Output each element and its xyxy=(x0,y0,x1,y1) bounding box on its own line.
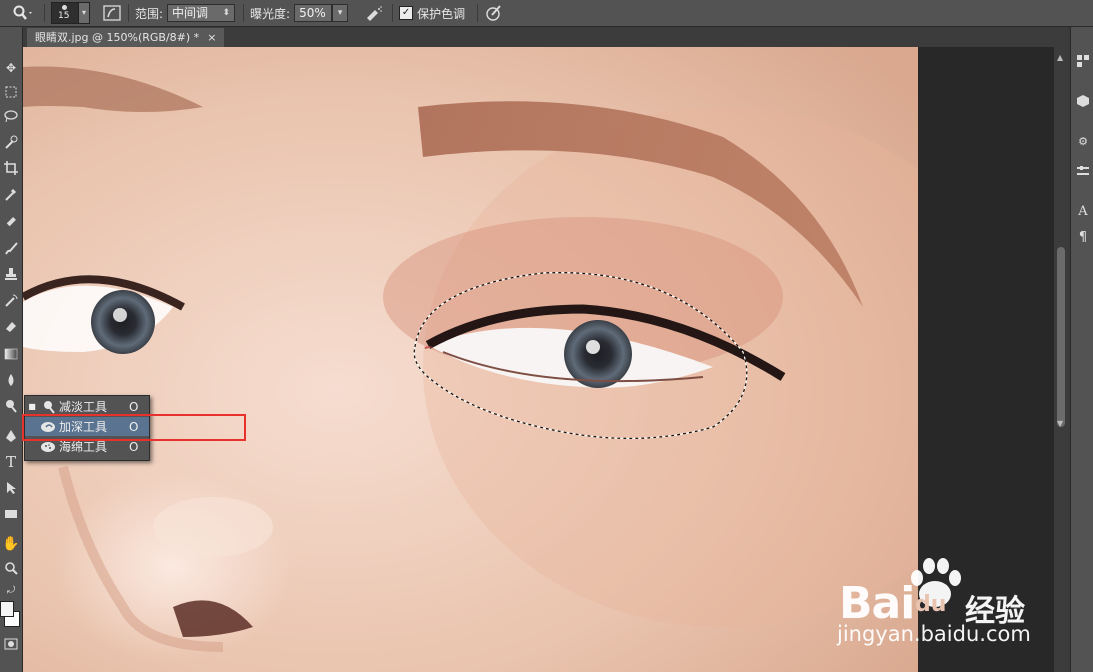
flyout-item-shortcut: O xyxy=(129,439,139,454)
toolbox: ✥ T ✋ ⤾ xyxy=(0,27,23,672)
protect-tones-label: 保护色调 xyxy=(417,6,466,21)
eraser-icon[interactable] xyxy=(0,315,22,337)
range-label: 范围: xyxy=(135,6,164,21)
watermark-brand-suffix: du xyxy=(915,592,947,617)
brush-panel-toggle-icon[interactable] xyxy=(102,5,122,21)
photo-canvas[interactable] xyxy=(23,47,918,672)
foreground-color-swatch[interactable] xyxy=(0,601,14,617)
pressure-size-icon[interactable] xyxy=(484,4,504,22)
range-select[interactable]: 中间调 ⬍ xyxy=(167,4,236,22)
options-bar: 15 ▾ 范围: 中间调 ⬍ 曝光度: 50% ▾ ✓ 保护色调 xyxy=(0,0,1093,27)
dodge-tool-icon[interactable] xyxy=(0,395,22,417)
zoom-tool-icon[interactable] xyxy=(0,557,22,579)
brush-size-value: 15 xyxy=(58,11,70,21)
exposure-input[interactable]: 50% xyxy=(294,4,333,22)
tool-preset-icon[interactable] xyxy=(8,5,38,21)
quick-selection-icon[interactable] xyxy=(0,131,22,153)
flyout-item-label: 减淡工具 xyxy=(59,400,108,414)
document-title: 眼睛双.jpg @ 150%(RGB/8#) * xyxy=(35,31,200,44)
adjustments-panel-icon[interactable]: ⚙ xyxy=(1075,133,1091,149)
separator xyxy=(243,4,245,22)
active-tool-marker: ■ xyxy=(28,402,36,411)
separator xyxy=(128,4,129,22)
paragraph-panel-icon[interactable]: ¶ xyxy=(1075,229,1091,245)
healing-brush-icon[interactable] xyxy=(0,211,22,233)
protect-tones-checkbox[interactable]: ✓ xyxy=(399,6,414,20)
swap-colors-icon[interactable]: ⤾ xyxy=(0,579,22,601)
type-tool-icon[interactable]: T xyxy=(0,451,22,473)
baidu-jingyan-watermark: Bai du 经验 jingyan.baidu.com xyxy=(837,558,1067,658)
right-panel-dock: ⚙ A ¶ xyxy=(1070,27,1093,672)
scroll-up-icon[interactable]: ▲ xyxy=(1057,53,1063,62)
airbrush-icon[interactable] xyxy=(362,5,386,21)
photoshop-window: 15 ▾ 范围: 中间调 ⬍ 曝光度: 50% ▾ ✓ 保护色调 ✥ T ✋ ⤾… xyxy=(0,0,1093,672)
brush-tool-icon[interactable] xyxy=(0,237,22,259)
flyout-item-shortcut: O xyxy=(129,399,139,414)
path-selection-icon[interactable] xyxy=(0,477,22,499)
separator xyxy=(477,4,479,22)
quick-mask-icon[interactable] xyxy=(0,633,22,655)
history-panel-icon[interactable] xyxy=(1075,53,1091,69)
lasso-tool-icon[interactable] xyxy=(0,105,22,127)
crop-tool-icon[interactable] xyxy=(0,157,22,179)
watermark-url: jingyan.baidu.com xyxy=(837,622,1031,646)
document-tab[interactable]: 眼睛双.jpg @ 150%(RGB/8#) * × xyxy=(27,28,225,47)
separator xyxy=(392,4,394,22)
scrollbar-thumb[interactable] xyxy=(1057,247,1065,427)
close-tab-icon[interactable]: × xyxy=(207,28,216,47)
clone-stamp-icon[interactable] xyxy=(0,263,22,285)
chevron-updown-icon: ⬍ xyxy=(222,8,231,18)
properties-panel-icon[interactable] xyxy=(1075,163,1091,179)
history-brush-icon[interactable] xyxy=(0,289,22,311)
sponge-icon xyxy=(39,441,59,453)
character-panel-icon[interactable]: A xyxy=(1075,203,1091,219)
pen-tool-icon[interactable] xyxy=(0,425,22,447)
separator xyxy=(44,4,45,22)
exposure-label: 曝光度: xyxy=(250,6,291,21)
scroll-down-icon[interactable]: ▼ xyxy=(1057,419,1063,428)
move-tool-icon[interactable]: ✥ xyxy=(0,57,22,79)
eyedropper-icon[interactable] xyxy=(0,183,22,205)
brush-size-picker[interactable]: 15 ▾ xyxy=(51,2,90,24)
range-value: 中间调 xyxy=(172,6,209,20)
hand-tool-icon[interactable]: ✋ xyxy=(0,533,22,555)
face-photo xyxy=(23,47,918,672)
document-tab-bar: 眼睛双.jpg @ 150%(RGB/8#) * × xyxy=(23,27,1068,47)
marquee-tool-icon[interactable] xyxy=(0,81,22,103)
3d-panel-icon[interactable] xyxy=(1075,93,1091,109)
gradient-icon[interactable] xyxy=(0,343,22,365)
chevron-down-icon: ▾ xyxy=(337,8,343,18)
exposure-value: 50% xyxy=(299,6,326,20)
rectangle-shape-icon[interactable] xyxy=(0,503,22,525)
blur-tool-icon[interactable] xyxy=(0,369,22,391)
annotation-highlight-box xyxy=(22,414,246,441)
dodge-icon xyxy=(39,400,59,414)
exposure-slider-toggle[interactable]: ▾ xyxy=(332,4,349,22)
